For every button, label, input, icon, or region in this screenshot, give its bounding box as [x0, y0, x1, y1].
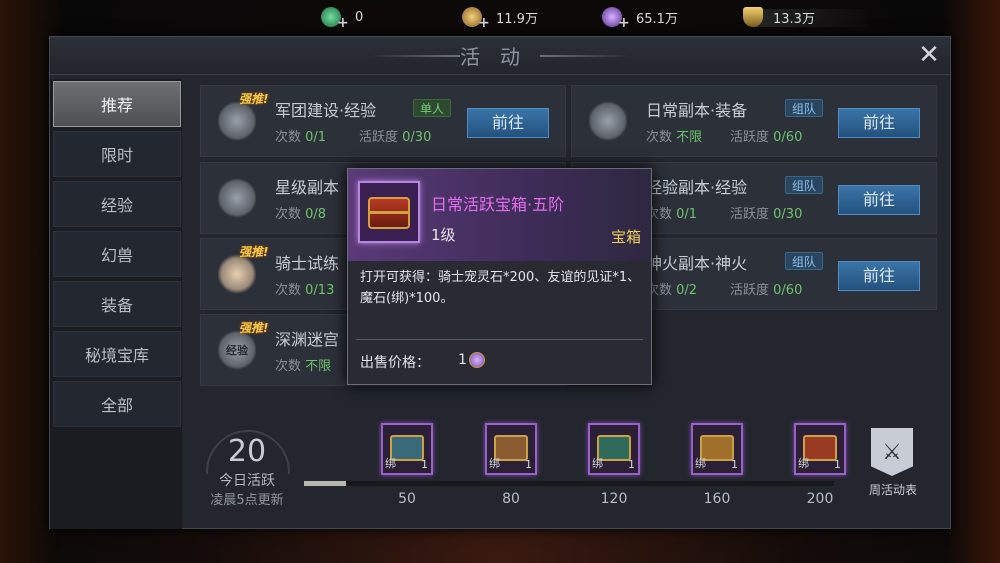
currency-value: 0: [355, 9, 364, 25]
honor-shield-icon: [743, 7, 763, 27]
refresh-note: 凌晨5点更新: [210, 493, 284, 508]
activity-card[interactable]: 强推! 军团建设·经验 单人 次数 0/1 活跃度 0/30 前往: [200, 85, 566, 157]
bind-mark: 绑: [592, 457, 603, 470]
activity-name: 军团建设·经验: [275, 101, 377, 120]
panel-title: 活动: [460, 45, 540, 69]
treasure-chest-icon: [358, 181, 420, 243]
weekly-schedule-icon[interactable]: ⚔: [871, 428, 913, 476]
sidebar-item-beast[interactable]: 幻兽: [53, 231, 181, 277]
milestone-label: 80: [502, 491, 520, 507]
sell-price-label: 出售价格：: [360, 355, 430, 371]
reward-qty: 1: [628, 458, 635, 471]
hot-badge: 强推!: [239, 321, 269, 335]
milestone-label: 120: [600, 491, 628, 507]
activity-vitality: 活跃度 0/60: [730, 283, 803, 298]
go-button[interactable]: 前往: [838, 185, 920, 215]
activity-card[interactable]: 日常副本·装备 组队 次数 不限 活跃度 0/60 前往: [571, 85, 937, 157]
plus-icon[interactable]: +: [618, 15, 630, 31]
divider: [356, 339, 643, 340]
today-vitality-value: 20: [227, 434, 267, 469]
milestone-label: 50: [398, 491, 416, 507]
weekly-schedule-label[interactable]: 周活动表: [858, 481, 928, 498]
reward-chest-120[interactable]: 绑 1: [588, 423, 640, 475]
activity-name: 星级副本: [275, 178, 340, 197]
close-icon[interactable]: ✕: [916, 42, 942, 68]
currency-value: 65.1万: [636, 11, 678, 27]
currency-honor: 13.3万: [743, 5, 815, 29]
activity-count: 次数 不限: [646, 130, 703, 145]
activity-name: 骑士试练: [275, 254, 340, 273]
armor-icon: [218, 177, 256, 219]
plus-icon[interactable]: +: [337, 15, 349, 31]
sidebar-item-limited[interactable]: 限时: [53, 131, 181, 177]
item-level: 1级: [431, 226, 456, 244]
hot-badge: 强推!: [239, 92, 269, 106]
item-tooltip: 日常活跃宝箱·五阶 1级 宝箱 打开可获得：骑士宠灵石*200、友谊的见证*1、…: [347, 168, 652, 385]
sidebar-item-all[interactable]: 全部: [53, 381, 181, 427]
sidebar-item-equipment[interactable]: 装备: [53, 281, 181, 327]
item-type: 宝箱: [610, 228, 641, 246]
activity-name: 深渊迷宫: [275, 330, 340, 349]
mode-tag: 组队: [785, 99, 824, 117]
background-right-art: [945, 0, 1000, 563]
currency-bar: + 0 + 11.9万 + 65.1万 13.3万: [0, 0, 1000, 36]
sell-price-value: 1: [458, 352, 467, 368]
activity-name: 神火副本·神火: [646, 254, 748, 273]
mode-tag: 单人: [413, 99, 452, 117]
sidebar-item-experience[interactable]: 经验: [53, 181, 181, 227]
bind-mark: 绑: [798, 457, 809, 470]
go-button[interactable]: 前往: [838, 108, 920, 138]
today-vitality-label: 今日活跃: [219, 473, 275, 489]
activity-count: 次数 0/2: [646, 283, 698, 298]
reward-qty: 1: [731, 458, 738, 471]
magic-stone-icon: [469, 352, 485, 368]
plus-icon[interactable]: +: [478, 15, 490, 31]
title-ornament-right: [540, 55, 630, 57]
category-sidebar: 推荐 限时 经验 幻兽 装备 秘境宝库 全部: [50, 79, 182, 529]
currency-magic-stone[interactable]: + 65.1万: [602, 5, 678, 31]
reward-qty: 1: [834, 458, 841, 471]
activity-count: 次数 0/8: [275, 207, 327, 222]
reward-qty: 1: [525, 458, 532, 471]
milestone-label: 200: [806, 491, 834, 507]
bind-mark: 绑: [385, 457, 396, 470]
sidebar-item-secret-vault[interactable]: 秘境宝库: [53, 331, 181, 377]
vitality-progress-bar: [304, 481, 834, 486]
item-name: 日常活跃宝箱·五阶: [431, 195, 565, 214]
hot-badge: 强推!: [239, 245, 269, 259]
currency-jade[interactable]: + 0: [321, 5, 364, 31]
reward-chest-200[interactable]: 绑 1: [794, 423, 846, 475]
go-button[interactable]: 前往: [467, 108, 549, 138]
currency-value: 11.9万: [496, 11, 538, 27]
currency-value: 13.3万: [773, 11, 815, 27]
activity-count: 次数 0/1: [275, 130, 327, 145]
item-description: 打开可获得：骑士宠灵石*200、友谊的见证*1、魔石(绑)*100。: [360, 270, 641, 306]
reward-chest-80[interactable]: 绑 1: [485, 423, 537, 475]
bind-mark: 绑: [695, 457, 706, 470]
milestone-label: 160: [703, 491, 731, 507]
vitality-progress-fill: [304, 481, 347, 486]
activity-vitality: 活跃度 0/30: [730, 207, 803, 222]
activity-count: 次数 0/13: [275, 283, 335, 298]
activity-count: 次数 0/1: [646, 207, 698, 222]
activity-name: 日常副本·装备: [646, 101, 748, 120]
sidebar-item-recommend[interactable]: 推荐: [53, 81, 181, 127]
go-button[interactable]: 前往: [838, 261, 920, 291]
mode-tag: 组队: [785, 176, 824, 194]
panel-header: 活动 ✕: [50, 37, 950, 75]
reward-chest-160[interactable]: 绑 1: [691, 423, 743, 475]
reward-chest-50[interactable]: 绑 1: [381, 423, 433, 475]
activity-count: 次数 不限: [275, 359, 332, 374]
activity-vitality: 活跃度 0/60: [730, 130, 803, 145]
activity-vitality: 活跃度 0/30: [359, 130, 432, 145]
reward-qty: 1: [421, 458, 428, 471]
armor-icon: [589, 100, 627, 142]
mode-tag: 组队: [785, 252, 824, 270]
currency-gold[interactable]: + 11.9万: [462, 5, 538, 31]
bind-mark: 绑: [489, 457, 500, 470]
activity-name: 经验副本·经验: [646, 178, 748, 197]
